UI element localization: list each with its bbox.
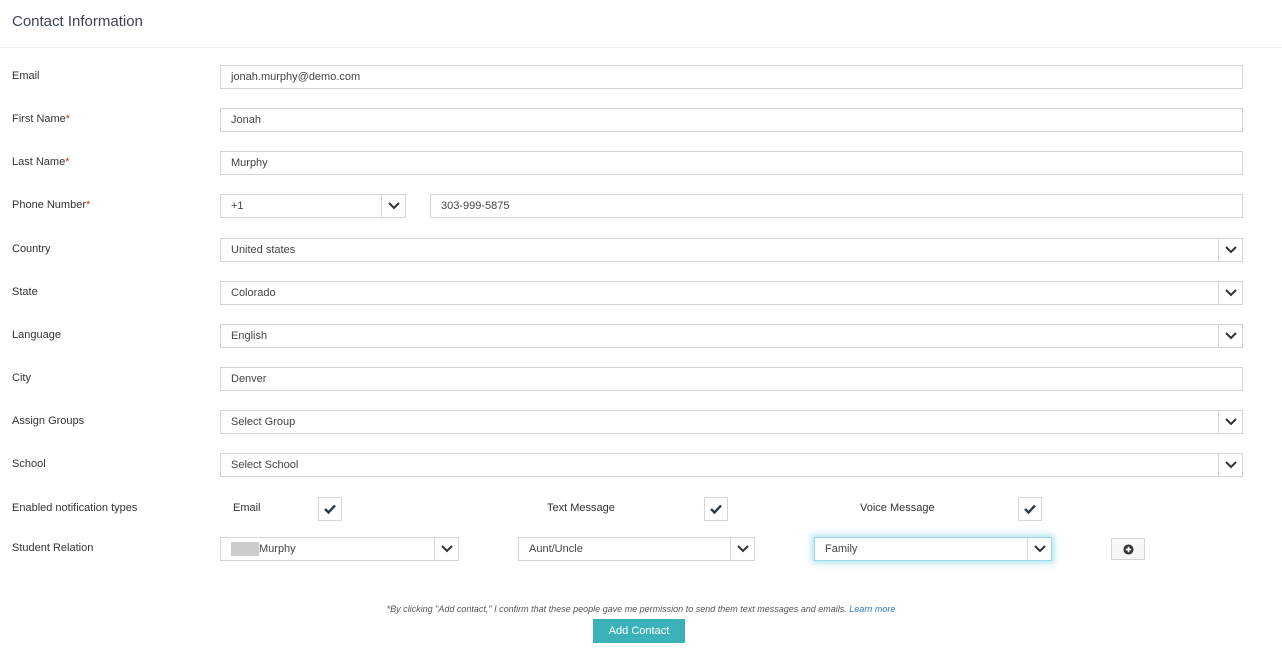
- city-label: City: [12, 372, 31, 384]
- chevron-down-icon[interactable]: [1027, 538, 1051, 560]
- phone-label: Phone Number*: [12, 199, 91, 211]
- text-notification-checkbox[interactable]: [704, 497, 728, 521]
- state-row: State Colorado: [0, 281, 1282, 305]
- chevron-down-icon[interactable]: [730, 538, 754, 560]
- last-name-row: Last Name* Murphy: [0, 151, 1282, 175]
- voice-notification-checkbox[interactable]: [1018, 497, 1042, 521]
- chevron-down-icon[interactable]: [434, 538, 458, 560]
- country-code-select[interactable]: +1: [220, 194, 406, 218]
- disclaimer-text: *By clicking "Add contact," I confirm th…: [386, 604, 847, 614]
- language-select[interactable]: English: [220, 324, 1243, 348]
- email-field[interactable]: jonah.murphy@demo.com: [220, 65, 1243, 89]
- chevron-down-icon[interactable]: [1218, 282, 1242, 304]
- chevron-down-icon[interactable]: [1218, 325, 1242, 347]
- groups-row: Assign Groups Select Group: [0, 410, 1282, 434]
- groups-label: Assign Groups: [12, 415, 85, 427]
- city-row: City Denver: [0, 367, 1282, 391]
- city-value: Denver: [231, 373, 267, 385]
- student-value: Murphy: [231, 542, 296, 556]
- page-title: Contact Information: [12, 13, 143, 30]
- language-label: Language: [12, 329, 61, 341]
- email-row: Email jonah.murphy@demo.com: [0, 65, 1282, 89]
- country-label: Country: [12, 243, 51, 255]
- country-code-value: +1: [231, 200, 244, 212]
- state-label: State: [12, 286, 38, 298]
- email-value: jonah.murphy@demo.com: [231, 71, 361, 83]
- relation-select[interactable]: Aunt/Uncle: [518, 537, 755, 561]
- email-notification-checkbox[interactable]: [318, 497, 342, 521]
- consent-disclaimer: *By clicking "Add contact," I confirm th…: [0, 604, 1282, 614]
- first-name-row: First Name* Jonah: [0, 108, 1282, 132]
- state-value: Colorado: [231, 287, 276, 299]
- plus-circle-icon: [1122, 543, 1134, 555]
- notifications-label: Enabled notification types: [12, 502, 138, 514]
- student-relation-row: Student Relation Murphy Aunt/Uncle Famil…: [0, 537, 1282, 561]
- chevron-down-icon[interactable]: [1218, 454, 1242, 476]
- text-notification-label: Text Message: [547, 502, 615, 514]
- relation-category-value: Family: [825, 543, 858, 555]
- groups-value: Select Group: [231, 416, 296, 428]
- school-label: School: [12, 458, 46, 470]
- phone-row: Phone Number* +1 303-999-5875: [0, 194, 1282, 218]
- student-select[interactable]: Murphy: [220, 537, 459, 561]
- country-select[interactable]: United states: [220, 238, 1243, 262]
- country-row: Country United states: [0, 238, 1282, 262]
- phone-number-value: 303-999-5875: [441, 200, 510, 212]
- student-relation-label: Student Relation: [12, 542, 94, 554]
- page-header: Contact Information: [0, 0, 1282, 48]
- last-name-field[interactable]: Murphy: [220, 151, 1243, 175]
- phone-number-field[interactable]: 303-999-5875: [430, 194, 1243, 218]
- state-select[interactable]: Colorado: [220, 281, 1243, 305]
- first-name-label: First Name*: [12, 113, 71, 125]
- chevron-down-icon[interactable]: [1218, 411, 1242, 433]
- first-name-value: Jonah: [231, 114, 261, 126]
- country-value: United states: [231, 244, 296, 256]
- add-contact-button[interactable]: Add Contact: [593, 619, 685, 643]
- language-value: English: [231, 330, 268, 342]
- check-icon: [324, 504, 336, 514]
- redacted-block: [231, 542, 259, 556]
- groups-select[interactable]: Select Group: [220, 410, 1243, 434]
- city-field[interactable]: Denver: [220, 367, 1243, 391]
- first-name-field[interactable]: Jonah: [220, 108, 1243, 132]
- learn-more-link[interactable]: Learn more: [849, 604, 895, 614]
- school-select[interactable]: Select School: [220, 453, 1243, 477]
- chevron-down-icon[interactable]: [381, 195, 405, 217]
- school-row: School Select School: [0, 453, 1282, 477]
- last-name-value: Murphy: [231, 157, 268, 169]
- voice-notification-label: Voice Message: [860, 502, 935, 514]
- relation-category-select[interactable]: Family: [814, 537, 1052, 561]
- check-icon: [1024, 504, 1036, 514]
- chevron-down-icon[interactable]: [1218, 239, 1242, 261]
- school-value: Select School: [231, 459, 299, 471]
- language-row: Language English: [0, 324, 1282, 348]
- add-relation-button[interactable]: [1111, 538, 1145, 560]
- email-notification-label: Email: [233, 502, 261, 514]
- notifications-row: Enabled notification types Email Text Me…: [0, 497, 1282, 521]
- email-label: Email: [12, 70, 40, 82]
- relation-value: Aunt/Uncle: [529, 543, 583, 555]
- last-name-label: Last Name*: [12, 156, 70, 168]
- check-icon: [710, 504, 722, 514]
